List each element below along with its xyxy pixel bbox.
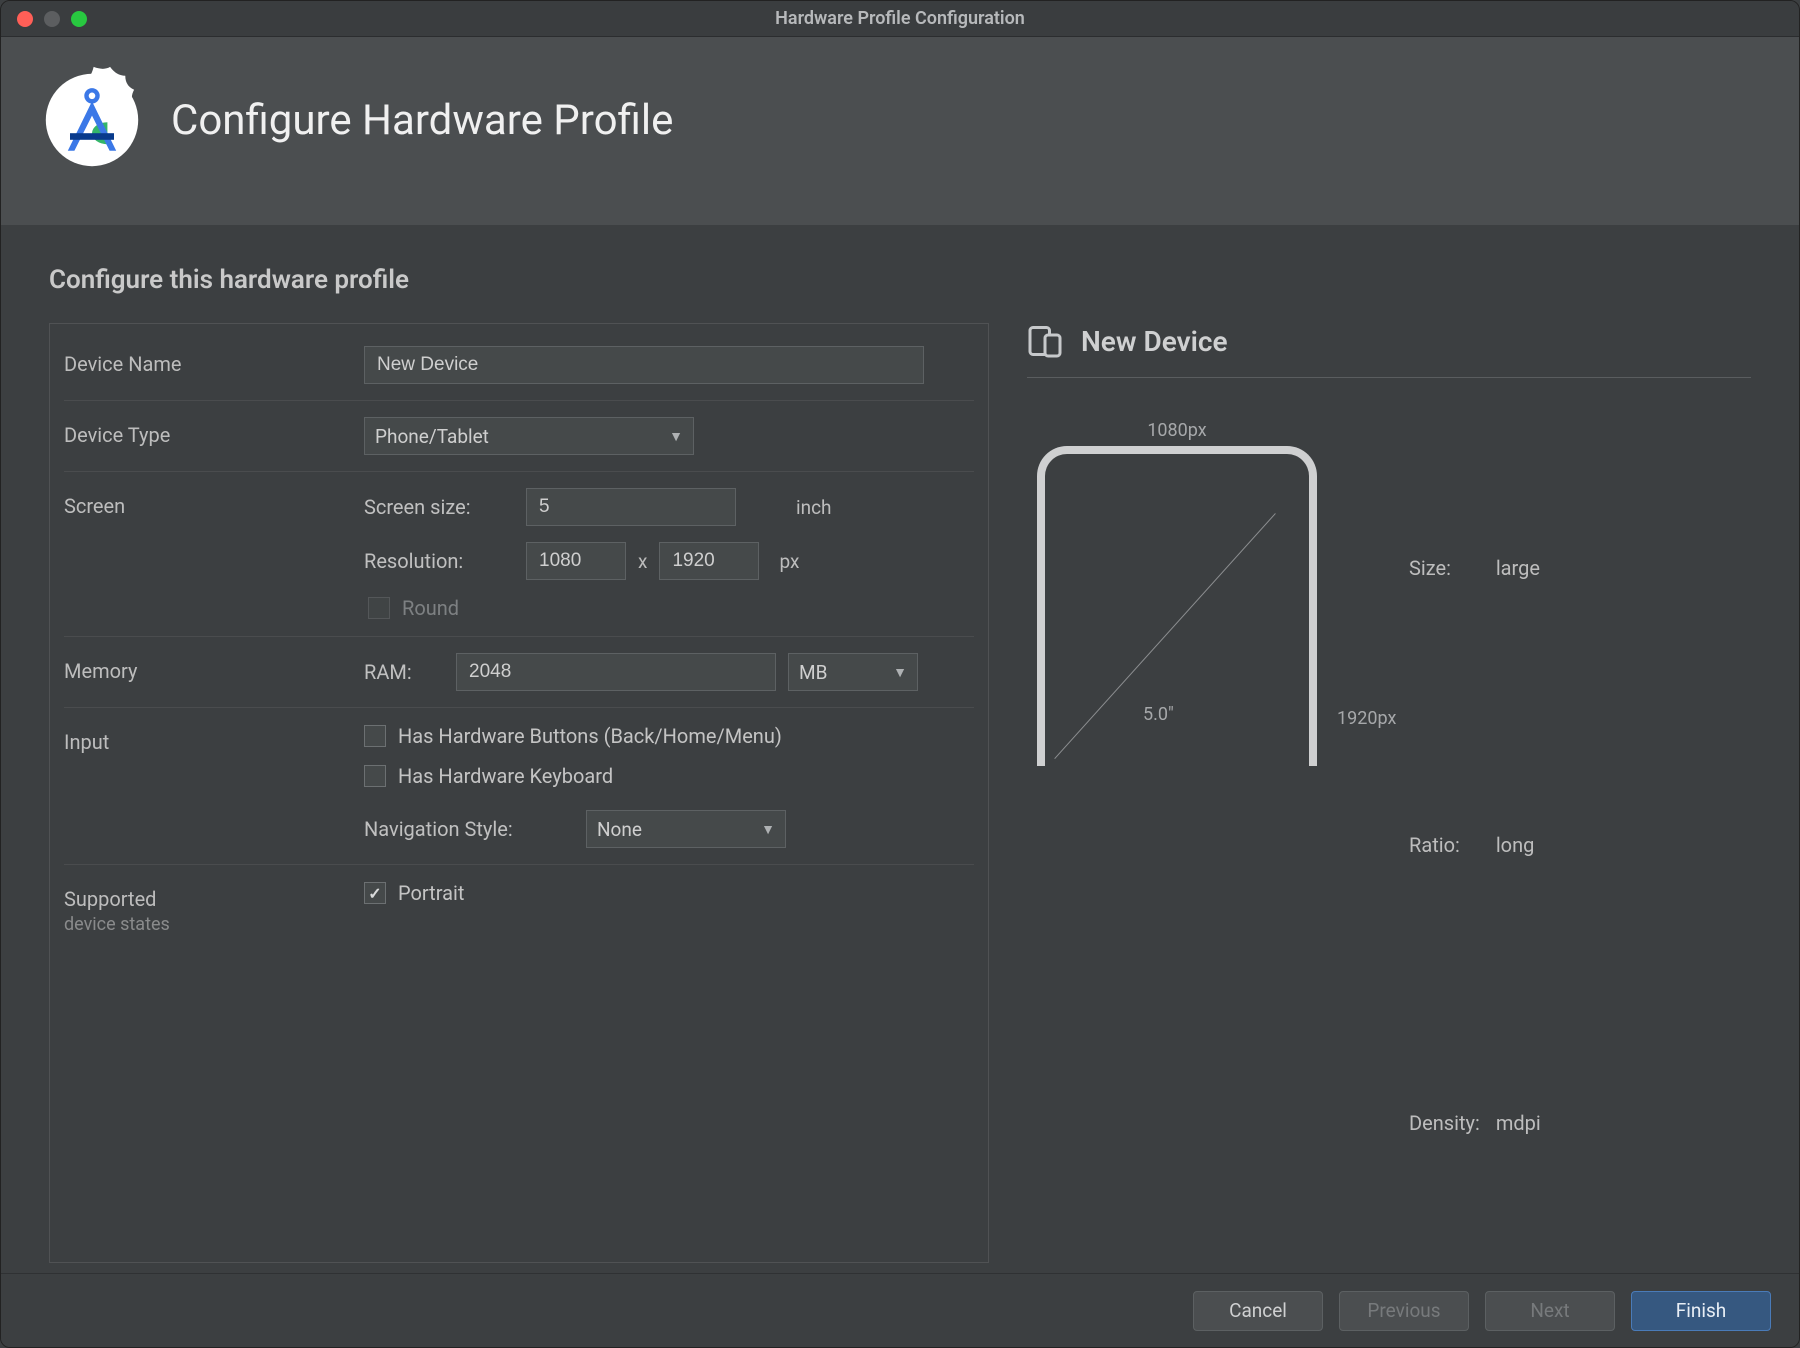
ram-unit-value: MB	[799, 661, 827, 684]
input-label: Input	[64, 724, 364, 754]
device-type-label: Device Type	[64, 417, 364, 447]
device-type-select[interactable]: Phone/Tablet ▼	[364, 417, 694, 455]
previous-button[interactable]: Previous	[1339, 1291, 1469, 1331]
portrait-checkbox[interactable]	[364, 882, 386, 904]
dim-width-label: 1080px	[1037, 420, 1317, 441]
finish-button[interactable]: Finish	[1631, 1291, 1771, 1331]
ram-input[interactable]	[456, 653, 776, 691]
resolution-height-input[interactable]	[659, 542, 759, 580]
row-screen: Screen Screen size: inch Resolution: x	[64, 472, 974, 637]
screen-size-label: Screen size:	[364, 495, 514, 519]
ram-label: RAM:	[364, 660, 444, 684]
chevron-down-icon: ▼	[761, 821, 775, 838]
preview-panel: New Device 1080px 5.0" 1920px Size:large…	[1027, 323, 1751, 1263]
screen-label: Screen	[64, 488, 364, 518]
devices-icon	[1027, 323, 1063, 359]
preview-title: New Device	[1081, 325, 1228, 358]
header: Configure Hardware Profile	[1, 37, 1799, 225]
round-checkbox	[368, 597, 390, 619]
footer: Cancel Previous Next Finish	[1, 1273, 1799, 1347]
diagonal-label: 5.0"	[1143, 704, 1174, 725]
resolution-unit: px	[779, 550, 799, 573]
hw-buttons-label: Has Hardware Buttons (Back/Home/Menu)	[398, 724, 782, 748]
section-title: Configure this hardware profile	[49, 265, 1751, 295]
memory-label: Memory	[64, 653, 364, 683]
titlebar: Hardware Profile Configuration	[1, 1, 1799, 37]
row-device-name: Device Name	[64, 330, 974, 401]
screen-size-unit: inch	[796, 496, 832, 519]
next-button[interactable]: Next	[1485, 1291, 1615, 1331]
device-name-input[interactable]	[364, 346, 924, 384]
hw-keyboard-label: Has Hardware Keyboard	[398, 764, 613, 788]
resolution-by: x	[638, 550, 647, 573]
device-diagram: 1080px 5.0" 1920px	[1037, 428, 1347, 768]
screen-size-input[interactable]	[526, 488, 736, 526]
device-outline	[1037, 446, 1317, 766]
nav-style-value: None	[597, 818, 642, 841]
preview-body: 1080px 5.0" 1920px Size:large Ratio:long…	[1027, 378, 1751, 1263]
device-type-value: Phone/Tablet	[375, 425, 489, 448]
row-input: Input Has Hardware Buttons (Back/Home/Me…	[64, 708, 974, 865]
preview-stats: Size:large Ratio:long Density:mdpi	[1407, 428, 1557, 1263]
device-name-label: Device Name	[64, 346, 364, 376]
window-title: Hardware Profile Configuration	[1, 8, 1799, 29]
dim-height-label: 1920px	[1337, 708, 1396, 729]
content: Configure this hardware profile Device N…	[1, 225, 1799, 1273]
supported-states-label: Supported device states	[64, 881, 364, 935]
row-device-type: Device Type Phone/Tablet ▼	[64, 401, 974, 472]
window: Hardware Profile Configuration Configure…	[0, 0, 1800, 1348]
form-panel: Device Name Device Type Phone/Tablet ▼	[49, 323, 989, 1263]
resolution-label: Resolution:	[364, 549, 514, 573]
main-row: Device Name Device Type Phone/Tablet ▼	[49, 323, 1751, 1263]
nav-style-select[interactable]: None ▼	[586, 810, 786, 848]
ram-unit-select[interactable]: MB ▼	[788, 653, 918, 691]
row-supported-states: Supported device states Portrait	[64, 865, 974, 951]
android-studio-icon	[37, 65, 147, 175]
portrait-label: Portrait	[398, 881, 464, 905]
resolution-width-input[interactable]	[526, 542, 626, 580]
cancel-button[interactable]: Cancel	[1193, 1291, 1323, 1331]
chevron-down-icon: ▼	[893, 664, 907, 681]
hw-buttons-checkbox[interactable]	[364, 725, 386, 747]
row-memory: Memory RAM: MB ▼	[64, 637, 974, 708]
round-label: Round	[402, 596, 459, 620]
header-title: Configure Hardware Profile	[171, 96, 673, 145]
preview-header: New Device	[1027, 323, 1751, 378]
nav-style-label: Navigation Style:	[364, 817, 574, 841]
hw-keyboard-checkbox[interactable]	[364, 765, 386, 787]
chevron-down-icon: ▼	[669, 428, 683, 445]
